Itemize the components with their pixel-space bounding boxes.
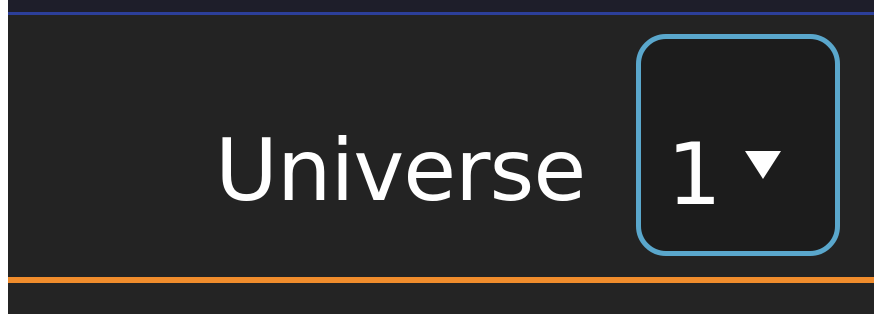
universe-select-value: 1	[667, 125, 722, 225]
universe-select[interactable]: 1	[636, 34, 840, 256]
app-window: Universe 1	[0, 0, 874, 314]
window-edge	[0, 0, 8, 314]
content-area	[8, 283, 874, 314]
universe-toolbar: Universe 1	[8, 15, 874, 277]
chevron-down-icon	[745, 151, 781, 179]
universe-label: Universe	[215, 121, 586, 221]
